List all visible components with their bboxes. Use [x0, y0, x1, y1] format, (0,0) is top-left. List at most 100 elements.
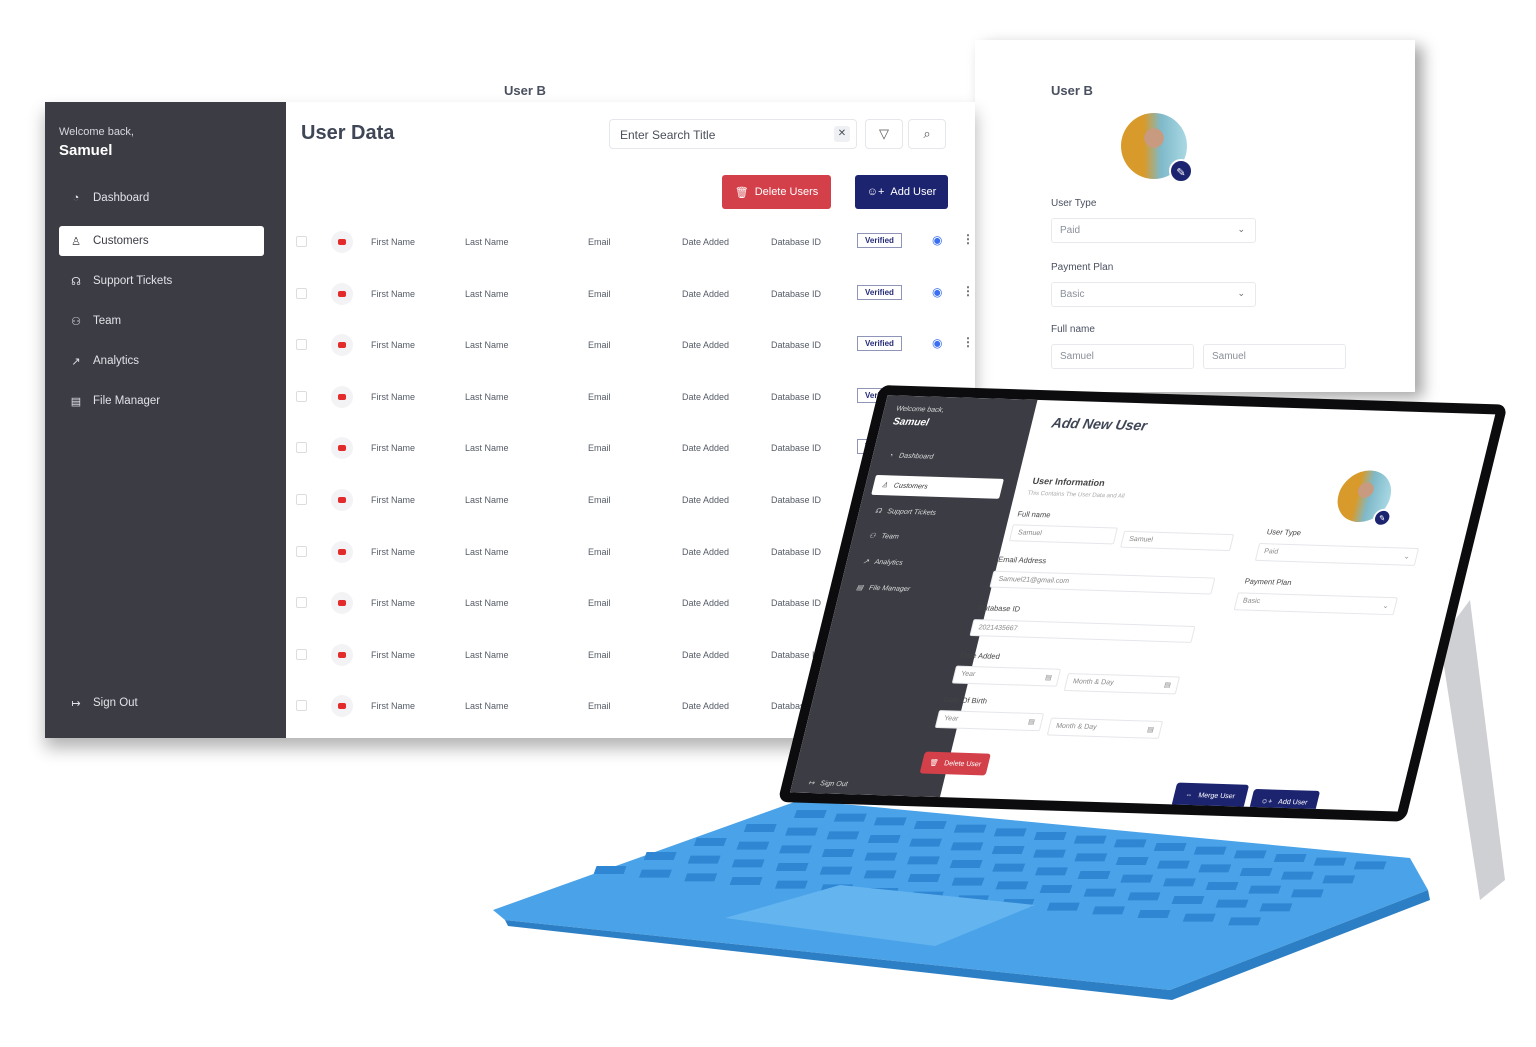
keyboard-key [593, 866, 627, 874]
edit-avatar-button[interactable]: ✎ [1371, 508, 1394, 528]
keyboard-key [863, 870, 897, 879]
calendar-icon[interactable]: ▤ [1163, 681, 1172, 689]
dob-label: Date Of Birth [942, 695, 989, 706]
keyboard-key [638, 869, 672, 878]
keyboard-key [1120, 874, 1154, 883]
tablet-add-user-button[interactable]: ☺+ Add User [1248, 788, 1321, 815]
calendar-icon[interactable]: ▤ [1027, 718, 1036, 726]
keyboard-key [907, 874, 941, 882]
keyboard-key [1290, 889, 1324, 898]
merge-user-button[interactable]: ⇔ Merge User [1171, 782, 1250, 809]
keyboard-key [950, 842, 984, 851]
keyboard-key [1157, 860, 1190, 869]
keyboard-key [1074, 853, 1108, 862]
keyboard-key [995, 881, 1029, 890]
date-added-month-day[interactable]: Month & Day [1072, 678, 1114, 686]
dob-year[interactable]: Year [943, 715, 959, 722]
archive-icon: ▤ [855, 584, 864, 592]
dob-month-day[interactable]: Month & Day [1055, 723, 1097, 731]
keyboard-key [991, 846, 1025, 854]
trend-icon: ↗ [861, 558, 870, 566]
calendar-icon[interactable]: ▤ [1044, 673, 1053, 681]
tablet-user-type-value[interactable]: Paid [1263, 548, 1279, 555]
tablet-user-type-label: User Type [1265, 527, 1303, 538]
keyboard-key [785, 827, 819, 836]
keyboard-key [867, 835, 901, 843]
keyboard-key [736, 841, 770, 850]
keyboard-key [1248, 885, 1282, 894]
tablet-nav-label: Dashboard [898, 452, 935, 461]
keyboard-key [1280, 871, 1314, 880]
tablet-payment-plan-value[interactable]: Basic [1242, 598, 1261, 605]
keyboard-key [1322, 875, 1356, 884]
tablet-delete-user-button[interactable]: 🗑 Delete User [919, 751, 991, 776]
tablet-nav-customers[interactable]: ♙ Customers [871, 474, 1004, 499]
keyboard-key [821, 849, 855, 857]
link-icon: ⇔ [1184, 791, 1194, 799]
keyboard-key [1077, 871, 1111, 879]
tablet-nav-team[interactable]: ⚇ Team [859, 526, 992, 550]
kickstand [1440, 600, 1505, 900]
keyboard-key [913, 821, 947, 829]
keyboard-key [743, 824, 777, 832]
add-user-icon: ☺+ [1260, 797, 1274, 806]
keyboard-key [1233, 850, 1267, 859]
keyboard-key [1046, 902, 1080, 911]
keyboard-key [1273, 854, 1307, 862]
tablet-nav-label: Customers [893, 482, 929, 491]
headset-icon: ☊ [874, 507, 883, 516]
keyboard-key [819, 866, 853, 875]
database-id-label: Database ID [977, 603, 1022, 614]
keyboard-key [1182, 913, 1216, 922]
keyboard-key [826, 831, 860, 840]
tablet-last-name-input[interactable]: Samuel [1120, 530, 1235, 552]
keyboard-key [693, 838, 727, 846]
keyboard-key [1034, 867, 1068, 876]
keyboard-key [1171, 896, 1205, 904]
keyboard-key [1073, 835, 1107, 844]
merge-user-label: Merge User [1197, 791, 1236, 800]
tablet-welcome: Welcome back, [895, 405, 945, 414]
date-added-year[interactable]: Year [960, 671, 976, 678]
keyboard-key [1162, 878, 1196, 887]
keyboard-key [1353, 861, 1387, 870]
tablet-nav-label: Analytics [873, 558, 904, 567]
sign-out-icon: ↦ [807, 779, 816, 788]
full-name-label: Full name [1016, 509, 1052, 520]
keyboard-key [1033, 849, 1066, 858]
date-added-label: Date Added [959, 650, 1001, 661]
keyboard-key [1313, 857, 1347, 866]
tablet-payment-plan-label: Payment Plan [1243, 576, 1293, 587]
tablet-delete-label: Delete User [943, 759, 982, 768]
keyboard-key [909, 838, 943, 847]
keyboard-key [951, 877, 985, 886]
keyboard-key [1137, 910, 1171, 918]
tablet-nav-dashboard[interactable]: ◔ Dashboard [878, 445, 1011, 469]
tablet-sign-out[interactable]: ↦ Sign Out [798, 773, 931, 797]
trash-icon: 🗑 [928, 759, 939, 767]
email-input[interactable]: Samuel21@gmail.com [989, 570, 1216, 595]
keyboard-key [1215, 899, 1249, 908]
keyboard-key [1153, 843, 1187, 851]
tablet-nav-label: Support Tickets [886, 507, 937, 517]
tablet-nav-file-manager[interactable]: ▤ File Manager [846, 577, 979, 601]
tablet-nav-support-tickets[interactable]: ☊ Support Tickets [865, 501, 998, 525]
keyboard-key [1239, 868, 1273, 876]
tablet-nav-label: Team [880, 532, 900, 541]
user-icon: ♙ [880, 482, 889, 490]
keyboard-key [953, 824, 987, 833]
tablet-title: Add New User [1050, 414, 1149, 434]
section-subtitle: This Contains The User Data and All [1026, 490, 1126, 500]
calendar-icon[interactable]: ▤ [1146, 726, 1155, 734]
tablet-sign-out-label: Sign Out [819, 779, 849, 788]
keyboard-key [779, 845, 812, 854]
tablet-add-user-label: Add User [1277, 798, 1309, 807]
keyboard-key [873, 817, 907, 826]
keyboard-key [1259, 903, 1293, 912]
keyboard-key [907, 856, 940, 865]
pie-chart-icon: ◔ [888, 451, 895, 459]
database-id-input[interactable]: 2021435667 [969, 619, 1196, 643]
keyboard-key [949, 860, 983, 868]
tablet-first-name-input[interactable]: Samuel [1008, 524, 1118, 545]
tablet-nav-analytics[interactable]: ↗ Analytics [852, 551, 985, 575]
